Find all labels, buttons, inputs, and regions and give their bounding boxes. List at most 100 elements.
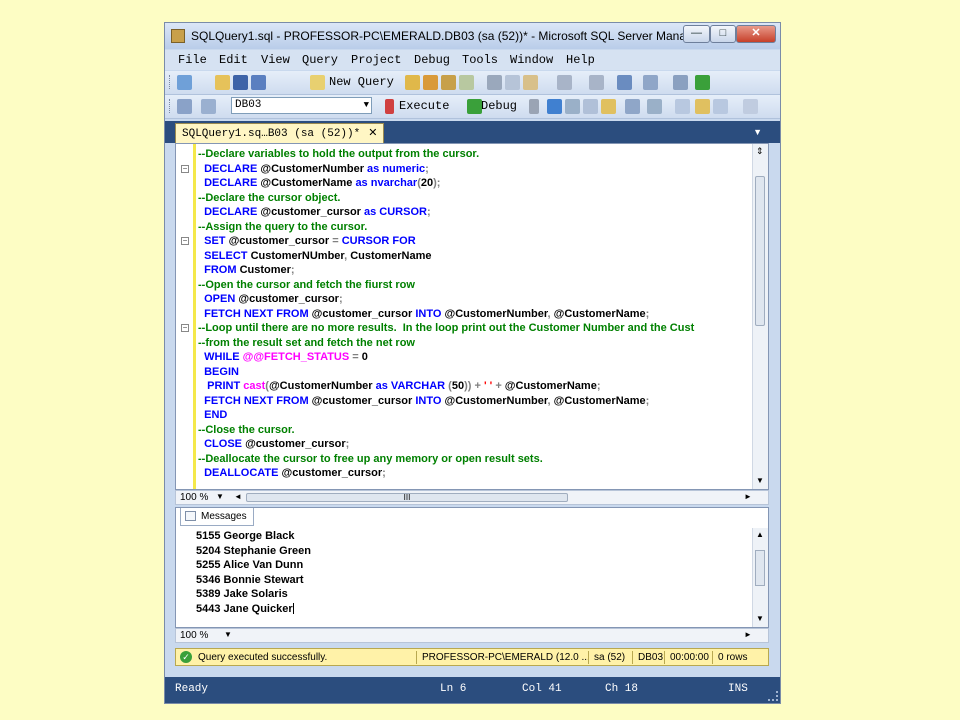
xmla-query-icon[interactable] xyxy=(459,75,474,90)
menu-debug[interactable]: Debug xyxy=(414,53,450,67)
messages-vertical-scrollbar[interactable]: ▲ ▼ xyxy=(752,528,768,627)
database-engine-query-icon[interactable] xyxy=(405,75,420,90)
new-query-button[interactable]: New Query xyxy=(329,75,394,89)
mdx-query-icon[interactable] xyxy=(441,75,456,90)
editor-zoom-select[interactable]: 100 % xyxy=(180,492,208,503)
editor-horizontal-scroll-thumb[interactable]: III xyxy=(246,493,568,502)
resize-grip[interactable] xyxy=(768,691,778,701)
code-line[interactable]: END xyxy=(198,408,753,423)
code-line[interactable]: DECLARE @customer_cursor as CURSOR; xyxy=(198,205,753,220)
zoom-dropdown-icon[interactable]: ▼ xyxy=(216,492,224,501)
include-plan-icon[interactable] xyxy=(625,99,640,114)
menu-query[interactable]: Query xyxy=(302,53,338,67)
scroll-up-icon[interactable]: ▲ xyxy=(756,530,764,539)
cut-icon[interactable] xyxy=(487,75,502,90)
paste-icon[interactable] xyxy=(523,75,538,90)
code-line[interactable]: --from the result set and fetch the net … xyxy=(198,336,753,351)
results-grid-toggle-icon[interactable] xyxy=(695,99,710,114)
scroll-right-icon[interactable]: ► xyxy=(744,630,752,639)
database-select[interactable]: DB03 ▼ xyxy=(231,97,372,114)
code-line[interactable]: SELECT CustomerNUmber, CustomerName xyxy=(198,249,753,264)
redo-icon[interactable] xyxy=(589,75,604,90)
code-line[interactable]: DECLARE @CustomerName as nvarchar(20); xyxy=(198,176,753,191)
code-line[interactable]: SET @customer_cursor = CURSOR FOR xyxy=(198,234,753,249)
activity-monitor-icon[interactable] xyxy=(673,75,688,90)
new-query-icon[interactable] xyxy=(310,75,325,90)
query-designer-icon[interactable] xyxy=(565,99,580,114)
menu-project[interactable]: Project xyxy=(351,53,401,67)
client-statistics-icon[interactable] xyxy=(647,99,662,114)
code-area[interactable]: --Declare variables to hold the output f… xyxy=(198,147,753,487)
scroll-down-icon[interactable]: ▼ xyxy=(756,476,764,485)
comment-lines-icon[interactable] xyxy=(743,99,758,114)
menu-file[interactable]: File xyxy=(178,53,207,67)
debug-icon[interactable] xyxy=(467,99,482,114)
cancel-query-icon[interactable] xyxy=(529,99,539,114)
zoom-dropdown-icon[interactable]: ▼ xyxy=(224,630,232,639)
code-line[interactable]: FROM Customer; xyxy=(198,263,753,278)
code-line[interactable]: --Declare variables to hold the output f… xyxy=(198,147,753,162)
results-zoom-select[interactable]: 100 % xyxy=(180,630,208,641)
new-project-icon[interactable] xyxy=(177,75,192,90)
sql-editor[interactable]: − − − --Declare variables to hold the outp… xyxy=(175,143,769,490)
results-text-icon[interactable] xyxy=(675,99,690,114)
save-icon[interactable] xyxy=(233,75,248,90)
scroll-left-icon[interactable]: ◄ xyxy=(234,492,242,501)
code-line[interactable]: FETCH NEXT FROM @customer_cursor INTO @C… xyxy=(198,394,753,409)
connect-icon[interactable] xyxy=(177,99,192,114)
code-line[interactable]: WHILE @@FETCH_STATUS = 0 xyxy=(198,350,753,365)
analysis-query-icon[interactable] xyxy=(423,75,438,90)
code-line[interactable]: --Loop until there are no more results. … xyxy=(198,321,753,336)
maximize-button[interactable]: □ xyxy=(710,25,736,43)
parse-icon[interactable] xyxy=(547,99,562,114)
code-line[interactable]: CLOSE @customer_cursor; xyxy=(198,437,753,452)
scroll-thumb[interactable] xyxy=(755,550,765,586)
split-icon[interactable]: ⇕ xyxy=(756,146,764,157)
debug-button[interactable]: Debug xyxy=(481,99,517,113)
close-tab-icon[interactable]: ✕ xyxy=(368,127,377,139)
execute-icon[interactable] xyxy=(385,99,394,114)
messages-list[interactable]: 5155 George Black 5204 Stephanie Green 525… xyxy=(196,529,311,616)
menu-window[interactable]: Window xyxy=(510,53,553,67)
minimize-button[interactable]: — xyxy=(683,25,710,43)
menu-view[interactable]: View xyxy=(261,53,290,67)
code-line[interactable]: PRINT cast(@CustomerNumber as VARCHAR (5… xyxy=(198,379,753,394)
code-line[interactable]: OPEN @customer_cursor; xyxy=(198,292,753,307)
menu-tools[interactable]: Tools xyxy=(462,53,498,67)
code-line[interactable]: --Declare the cursor object. xyxy=(198,191,753,206)
results-grid-icon[interactable] xyxy=(583,99,598,114)
tab-dropdown-icon[interactable]: ▼ xyxy=(753,127,762,137)
execute-button[interactable]: Execute xyxy=(399,99,449,113)
code-line[interactable]: --Open the cursor and fetch the fiurst r… xyxy=(198,278,753,293)
code-line[interactable]: --Close the cursor. xyxy=(198,423,753,438)
code-line[interactable]: BEGIN xyxy=(198,365,753,380)
collapse-region-icon[interactable]: − xyxy=(181,237,189,245)
toolbar-grip[interactable] xyxy=(169,99,173,113)
collapse-region-icon[interactable]: − xyxy=(181,324,189,332)
results-file-icon[interactable] xyxy=(601,99,616,114)
change-connection-icon[interactable] xyxy=(201,99,216,114)
scroll-right-icon[interactable]: ► xyxy=(744,492,752,501)
code-line[interactable]: DECLARE @CustomerNumber as numeric; xyxy=(198,162,753,177)
menu-help[interactable]: Help xyxy=(566,53,595,67)
copy-icon[interactable] xyxy=(505,75,520,90)
scroll-down-icon[interactable]: ▼ xyxy=(756,614,764,623)
close-window-button[interactable]: ✕ xyxy=(736,25,776,43)
code-line[interactable]: DEALLOCATE @customer_cursor; xyxy=(198,466,753,481)
code-line[interactable]: FETCH NEXT FROM @customer_cursor INTO @C… xyxy=(198,307,753,322)
tab-messages[interactable]: Messages xyxy=(180,508,254,526)
editor-vertical-scrollbar[interactable]: ⇕ ▼ xyxy=(752,144,768,489)
collapse-region-icon[interactable]: − xyxy=(181,164,189,173)
scroll-thumb[interactable] xyxy=(755,176,765,326)
start-icon[interactable] xyxy=(695,75,710,90)
results-to-file-icon[interactable] xyxy=(713,99,728,114)
undo-icon[interactable] xyxy=(557,75,572,90)
save-all-icon[interactable] xyxy=(251,75,266,90)
navigate-icon[interactable] xyxy=(617,75,632,90)
code-line[interactable]: --Deallocate the cursor to free up any m… xyxy=(198,452,753,467)
tab-sqlquery1[interactable]: SQLQuery1.sq…B03 (sa (52))* ✕ xyxy=(175,123,385,143)
open-file-icon[interactable] xyxy=(215,75,230,90)
code-line[interactable]: --Assign the query to the cursor. xyxy=(198,220,753,235)
find-icon[interactable] xyxy=(643,75,658,90)
toolbar-grip[interactable] xyxy=(169,75,173,89)
